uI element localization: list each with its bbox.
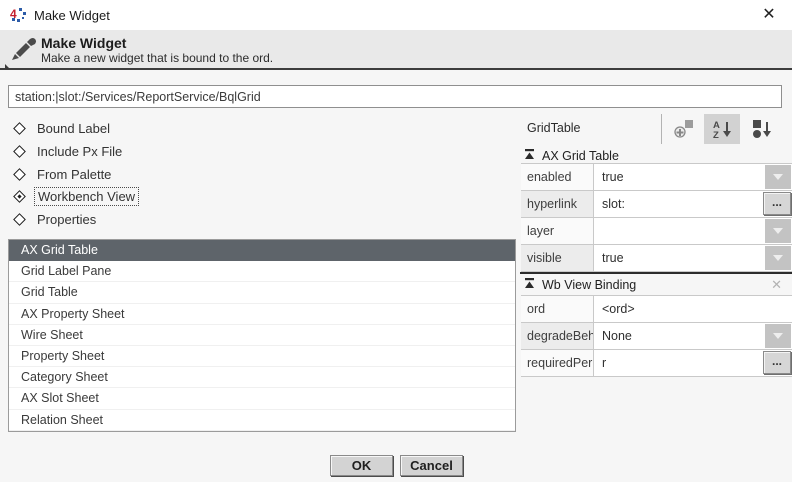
section-title: Wb View Binding [542,278,636,292]
property-row-visible: visible true [521,245,792,272]
property-row-required-permissions: requiredPerm r ... [521,350,792,377]
toolbar-separator [661,114,662,144]
property-row-ord: ord <ord> [521,296,792,323]
property-value[interactable]: true [595,164,792,190]
sort-by-kind-button[interactable] [744,114,780,144]
property-value[interactable]: true [595,245,792,271]
radio-diamond-icon [13,190,26,203]
dropdown-button[interactable] [765,324,791,348]
property-label: degradeBehav [521,323,594,349]
radio-diamond-icon [13,122,26,135]
radio-label: Workbench View [34,187,139,206]
add-slot-button[interactable] [666,114,702,144]
list-item[interactable]: Grid Table [9,282,515,303]
radio-diamond-icon [13,213,26,226]
pencil-icon [3,31,39,69]
dropdown-button[interactable] [765,165,791,189]
property-sheet-title: GridTable [527,121,581,135]
property-label: visible [521,245,594,271]
chevron-down-icon [773,228,783,234]
property-row-hyperlink: hyperlink slot: ... [521,191,792,218]
chevron-down-icon [773,333,783,339]
section-header-wb-view-binding[interactable]: Wb View Binding ✕ [520,277,792,293]
window-title: Make Widget [34,8,110,23]
ok-button[interactable]: OK [330,455,393,476]
list-item[interactable]: Property Sheet [9,346,515,367]
property-grid-ax-grid-table: enabled true hyperlink slot: ... layer v… [521,163,792,272]
sort-by-kind-icon [750,118,774,140]
property-value[interactable] [595,218,792,244]
list-item[interactable]: AX Grid Table [9,240,515,261]
niagara-logo-icon: 4 [10,7,26,23]
property-label: ord [521,296,594,322]
radio-label: Include Px File [34,143,125,160]
view-list: AX Grid Table Grid Label Pane Grid Table… [8,239,516,432]
property-row-layer: layer [521,218,792,245]
dialog-title: Make Widget [41,35,126,51]
list-item[interactable]: Grid Label Pane [9,261,515,282]
add-slot-icon [672,118,696,140]
chevron-down-icon [773,255,783,261]
dialog-header: Make Widget Make a new widget that is bo… [0,30,792,70]
property-value[interactable]: <ord> [595,296,792,322]
chevron-down-icon [773,174,783,180]
list-item[interactable]: Wire Sheet [9,325,515,346]
ord-input[interactable] [8,85,782,108]
cancel-button[interactable]: Cancel [400,455,463,476]
property-label: hyperlink [521,191,594,217]
radio-diamond-icon [13,145,26,158]
section-title: AX Grid Table [542,149,619,163]
property-row-enabled: enabled true [521,164,792,191]
property-label: enabled [521,164,594,190]
radio-properties[interactable]: Properties [13,210,99,228]
list-item[interactable]: Relation Sheet [9,410,515,431]
dialog-subtitle: Make a new widget that is bound to the o… [41,51,273,65]
radio-label: Properties [34,211,99,228]
radio-diamond-icon [13,168,26,181]
sort-alphabetical-icon: A Z [710,118,734,140]
property-grid-wb-view-binding: ord <ord> degradeBehav None requiredPerm… [521,295,792,377]
radio-label: Bound Label [34,120,113,137]
dropdown-button[interactable] [765,246,791,270]
property-label: layer [521,218,594,244]
svg-text:Z: Z [713,130,719,140]
radio-workbench-view[interactable]: Workbench View [13,187,139,205]
window-close-icon[interactable]: ✕ [758,4,780,26]
list-item[interactable]: AX Slot Sheet [9,388,515,409]
radio-bound-label[interactable]: Bound Label [13,119,113,137]
window-titlebar: 4 Make Widget ✕ [0,0,792,30]
property-value[interactable]: None [595,323,792,349]
section-close-icon[interactable]: ✕ [771,277,782,293]
radio-label: From Palette [34,166,114,183]
property-sheet-panel: GridTable A Z [520,112,792,482]
radio-include-px-file[interactable]: Include Px File [13,142,125,160]
list-item[interactable]: Category Sheet [9,367,515,388]
radio-from-palette[interactable]: From Palette [13,165,114,183]
collapse-icon[interactable] [524,276,535,294]
section-divider [520,272,792,274]
property-row-degrade-behavior: degradeBehav None [521,323,792,350]
dropdown-button[interactable] [765,219,791,243]
property-label: requiredPerm [521,350,594,376]
ellipsis-button[interactable]: ... [763,351,791,374]
section-header-ax-grid-table[interactable]: AX Grid Table [520,148,792,164]
ellipsis-button[interactable]: ... [763,192,791,215]
sort-alphabetical-button[interactable]: A Z [704,114,740,144]
list-item[interactable]: AX Property Sheet [9,304,515,325]
